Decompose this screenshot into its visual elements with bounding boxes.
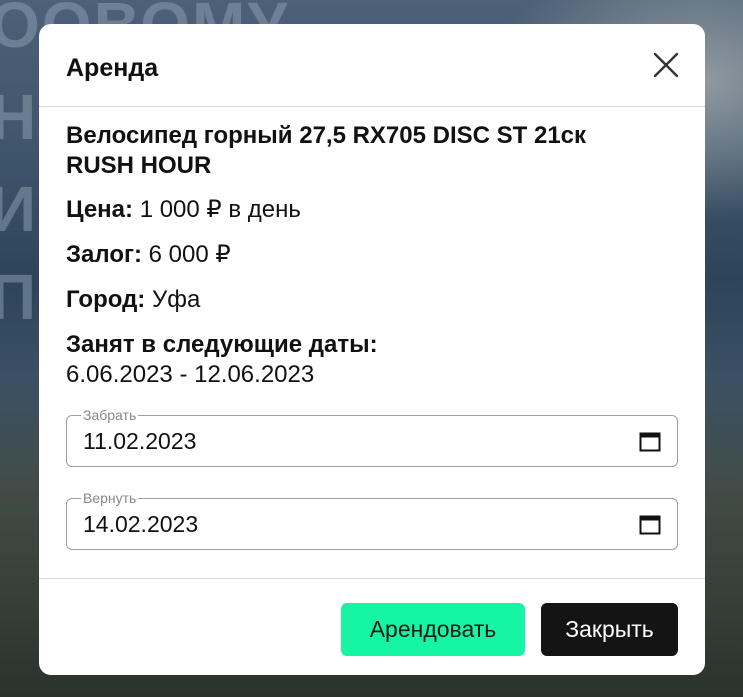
city-line: Город: Уфа — [66, 285, 678, 315]
deposit-label: Залог: — [66, 241, 142, 268]
modal-title: Аренда — [66, 54, 159, 82]
pickup-date-label: Забрать — [81, 407, 139, 423]
pickup-date-field[interactable]: Забрать 11.02.2023 — [66, 407, 678, 467]
product-name: Велосипед горный 27,5 RX705 DISC ST 21ск… — [66, 122, 587, 179]
modal-footer: Арендовать Закрыть — [39, 579, 705, 675]
rent-button[interactable]: Арендовать — [341, 603, 525, 656]
price-label: Цена: — [66, 196, 134, 223]
close-icon[interactable] — [651, 50, 681, 80]
city-value: Уфа — [151, 286, 201, 313]
modal-header: Аренда — [39, 24, 705, 107]
city-label: Город: — [66, 286, 146, 313]
deposit-value: 6 000 ₽ — [148, 241, 231, 268]
calendar-icon[interactable] — [639, 431, 661, 453]
modal-body: Велосипед горный 27,5 RX705 DISC ST 21ск… — [39, 107, 705, 579]
busy-dates-label: Занят в следующие даты: — [66, 331, 378, 358]
close-button[interactable]: Закрыть — [541, 603, 678, 656]
deposit-line: Залог: 6 000 ₽ — [66, 240, 678, 270]
return-date-field[interactable]: Вернуть 14.02.2023 — [66, 490, 678, 550]
calendar-icon[interactable] — [639, 514, 661, 536]
price-value: 1 000 ₽ в день — [139, 196, 301, 223]
return-date-value[interactable]: 14.02.2023 — [83, 511, 198, 537]
pickup-date-value[interactable]: 11.02.2023 — [83, 428, 196, 454]
busy-dates-value: 6.06.2023 - 12.06.2023 — [66, 361, 315, 388]
rental-modal: Аренда Велосипед горный 27,5 RX705 DISC … — [39, 24, 705, 675]
return-date-label: Вернуть — [81, 490, 139, 506]
price-line: Цена: 1 000 ₽ в день — [66, 195, 678, 225]
